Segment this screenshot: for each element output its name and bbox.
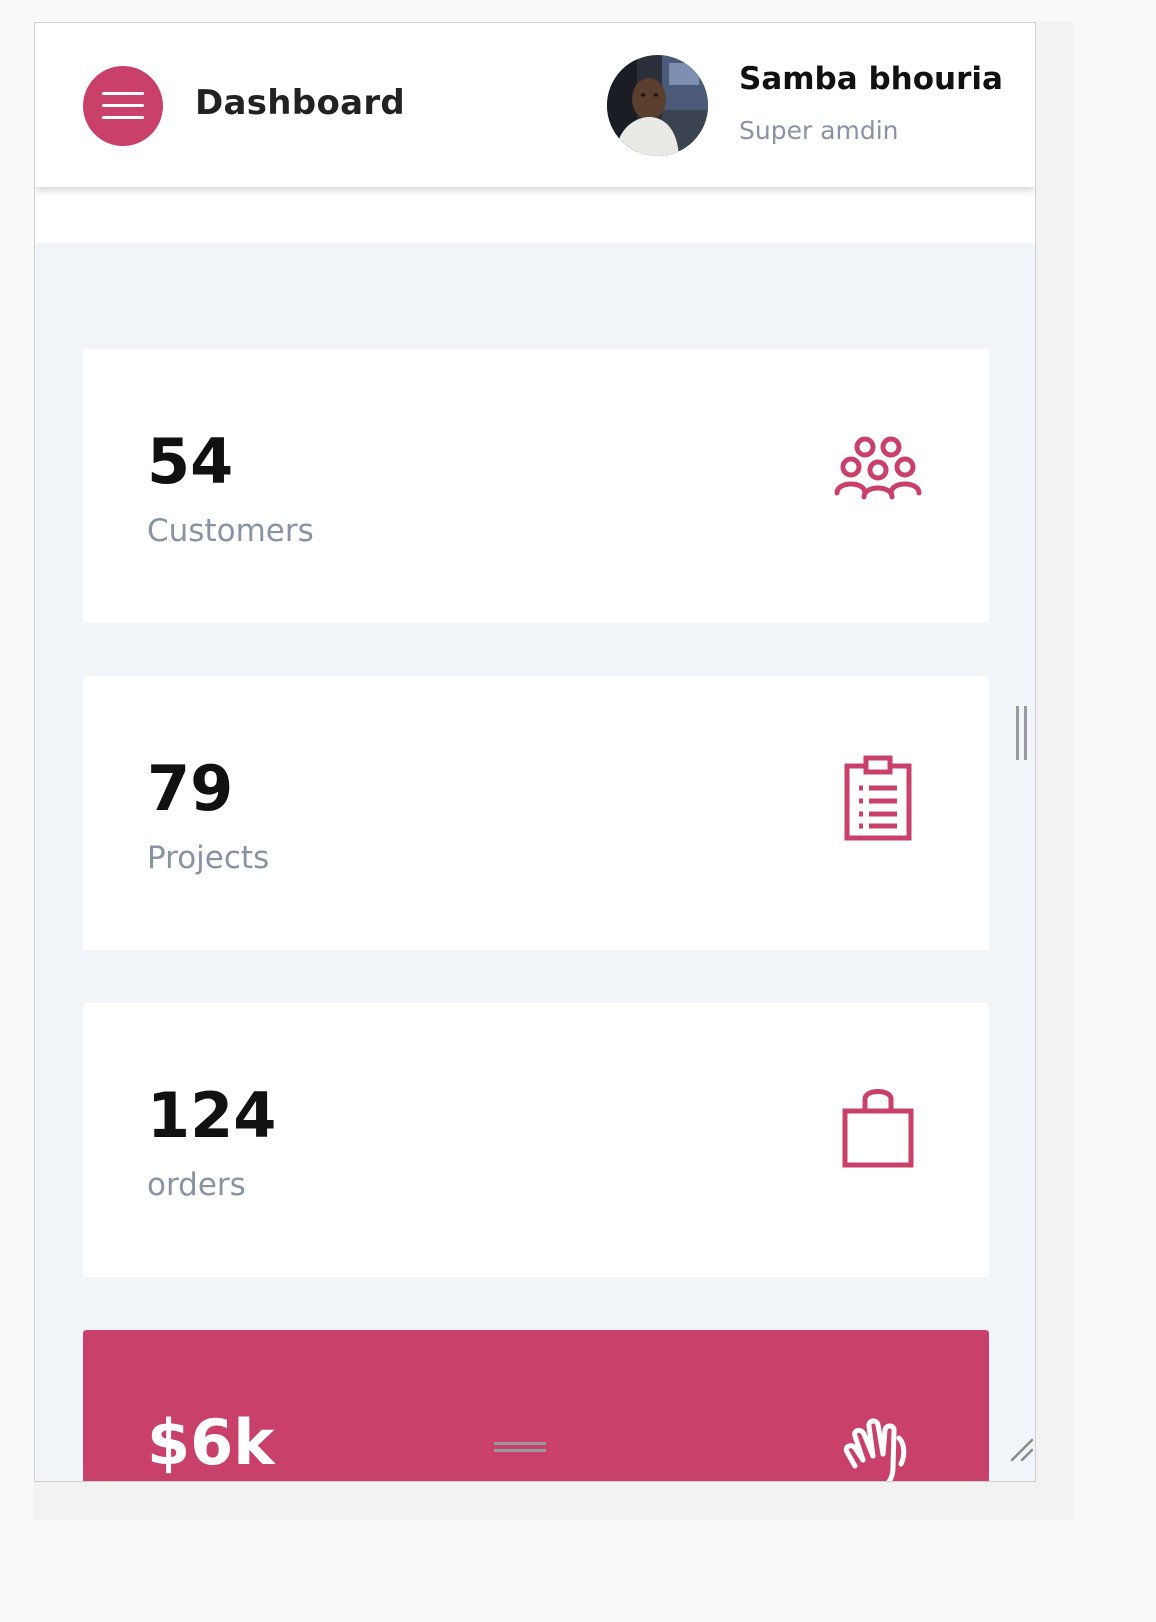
stat-label: Projects <box>147 840 270 876</box>
hamburger-menu-icon <box>102 92 144 95</box>
shopping-bag-icon <box>833 1081 923 1171</box>
stat-label: orders <box>147 1167 246 1203</box>
device-frame: Dashboard Samba bhouria Super amdin 54 C… <box>34 22 1074 1520</box>
stat-value: $6k <box>147 1406 275 1479</box>
stat-card-projects[interactable]: 79 Projects <box>83 676 989 950</box>
side-resize-handle[interactable] <box>1016 706 1030 760</box>
corner-resize-grip[interactable] <box>1008 1436 1036 1464</box>
page-title: Dashboard <box>195 83 406 123</box>
stat-value: 54 <box>147 425 234 498</box>
avatar[interactable] <box>607 55 708 156</box>
user-role: Super amdin <box>739 116 899 145</box>
top-header: Dashboard Samba bhouria Super amdin <box>35 23 1035 187</box>
stat-card-customers[interactable]: 54 Customers <box>83 349 989 623</box>
menu-button[interactable] <box>83 66 163 146</box>
stat-label: Customers <box>147 513 314 549</box>
stat-value: 124 <box>147 1079 277 1152</box>
user-name: Samba bhouria <box>739 61 1003 97</box>
bottom-resize-handle[interactable] <box>494 1442 546 1454</box>
viewport: Dashboard Samba bhouria Super amdin 54 C… <box>34 22 1036 1482</box>
hamburger-menu-icon-line <box>102 104 144 107</box>
clipboard-list-icon <box>833 754 923 844</box>
users-group-icon <box>833 427 923 517</box>
stat-card-revenue[interactable]: $6k <box>83 1330 989 1481</box>
hamburger-menu-icon-line <box>102 116 144 119</box>
dashboard-content: 54 Customers 79 Projects 124 orders $6k <box>35 243 1035 1481</box>
stat-value: 79 <box>147 752 234 825</box>
stat-card-orders[interactable]: 124 orders <box>83 1003 989 1277</box>
hand-wave-icon <box>833 1408 923 1481</box>
